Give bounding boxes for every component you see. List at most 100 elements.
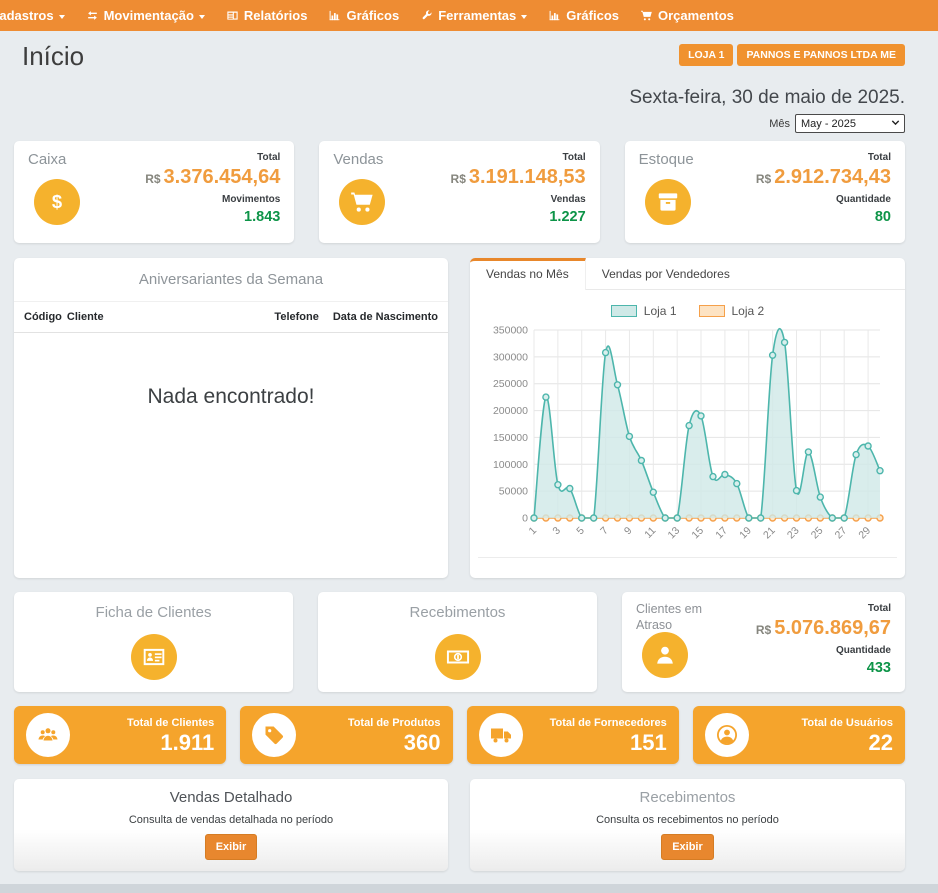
count-label: Quantidade: [756, 192, 891, 207]
legend-label: Loja 1: [644, 304, 677, 318]
summary-row: Caixa $ Total R$3.376.454,64 Movimentos …: [14, 141, 905, 243]
stat-label: Total de Fornecedores: [550, 716, 667, 731]
total-label: Total: [451, 150, 586, 165]
amount: 5.076.869,67: [774, 617, 891, 639]
nav-item-graficos-2[interactable]: Gráficos: [548, 8, 619, 23]
report-description: Consulta de vendas detalhada no período: [24, 814, 438, 826]
svg-text:13: 13: [665, 525, 682, 542]
nav-item-label: Movimentação: [104, 8, 194, 23]
amount: 3.376.454,64: [164, 166, 281, 188]
count-label: Movimentos: [145, 192, 280, 207]
truck-icon: [479, 713, 523, 757]
count-value: 433: [756, 658, 891, 679]
svg-text:100000: 100000: [492, 459, 527, 471]
nav-item-graficos-1[interactable]: Gráficos: [328, 8, 399, 23]
currency-symbol: R$: [451, 172, 466, 186]
tab-vendas-por-vendedores[interactable]: Vendas por Vendedores: [586, 258, 746, 289]
store-button[interactable]: LOJA 1: [679, 44, 733, 66]
stat-value: 151: [550, 731, 667, 755]
count-label: Vendas: [451, 192, 586, 207]
month-filter: Mês May - 2025: [22, 114, 905, 133]
total-produtos-card: Total de Produtos 360: [240, 706, 452, 764]
bar-chart-icon: [328, 9, 341, 22]
company-button[interactable]: PANNOS E PANNOS LTDA ME: [737, 44, 905, 66]
nav-item-ferramentas[interactable]: Ferramentas: [420, 8, 527, 23]
svg-text:0: 0: [522, 513, 528, 525]
nav-item-movimentacao[interactable]: Movimentação: [86, 8, 205, 23]
users-icon: [26, 713, 70, 757]
nav-item-cadastros[interactable]: Cadastros: [0, 8, 65, 23]
column-data-nascimento: Data de Nascimento: [333, 311, 438, 323]
recebimentos-card[interactable]: Recebimentos: [318, 592, 597, 692]
exibir-vendas-button[interactable]: Exibir: [205, 834, 258, 860]
amount: 2.912.734,43: [774, 166, 891, 188]
stat-label: Total de Clientes: [127, 716, 214, 731]
svg-text:5: 5: [574, 525, 587, 538]
stat-label: Total de Usuários: [802, 716, 893, 731]
vendas-card: Vendas Total R$3.191.148,53 Vendas 1.227: [319, 141, 599, 243]
exibir-recebimentos-button[interactable]: Exibir: [661, 834, 714, 860]
stats-row: Total de Clientes 1.911 Total de Produto…: [14, 706, 905, 764]
current-date: Sexta-feira, 30 de maio de 2025.: [22, 87, 905, 109]
ficha-de-clientes-card[interactable]: Ficha de Clientes: [14, 592, 293, 692]
svg-text:50000: 50000: [498, 486, 527, 498]
total-label: Total: [756, 150, 891, 165]
nav-item-label: Gráficos: [566, 8, 619, 23]
birthdays-panel: Aniversariantes da Semana Código Cliente…: [14, 258, 448, 578]
count-value: 1.843: [145, 207, 280, 228]
svg-text:3: 3: [550, 525, 563, 538]
chart-legend: Loja 1 Loja 2: [478, 304, 897, 318]
clientes-em-atraso-card: Clientes em Atraso Total R$5.076.869,67 …: [622, 592, 905, 692]
chart-area: Loja 1Loja 2 050000100000150000200000250…: [470, 290, 905, 575]
estoque-card: Estoque Total R$2.912.734,43 Quantidade …: [625, 141, 905, 243]
svg-text:7: 7: [598, 525, 611, 538]
nav-item-label: Ferramentas: [438, 8, 516, 23]
svg-text:17: 17: [713, 525, 730, 542]
dashboard-page: Cadastros Movimentação Relatórios Gráfic…: [0, 0, 938, 893]
svg-text:15: 15: [689, 525, 706, 542]
svg-text:19: 19: [737, 525, 754, 542]
panel-footer-divider: [478, 557, 897, 575]
stat-value: 22: [802, 731, 893, 755]
nav-item-orcamentos[interactable]: Orçamentos: [640, 8, 734, 23]
nav-item-relatorios[interactable]: Relatórios: [226, 8, 308, 23]
stat-label: Total de Produtos: [348, 716, 441, 731]
legend-item: Loja 2: [699, 304, 765, 318]
card-title: Recebimentos: [330, 604, 585, 621]
legend-swatch: [699, 305, 725, 317]
table-header-row: Código Cliente Telefone Data de Nascimen…: [14, 302, 448, 333]
svg-text:250000: 250000: [492, 378, 527, 390]
exchange-icon: [86, 9, 99, 22]
count-label: Quantidade: [756, 643, 891, 658]
month-select[interactable]: May - 2025: [795, 114, 905, 133]
tab-vendas-no-mes[interactable]: Vendas no Mês: [470, 258, 586, 290]
legend-label: Loja 2: [732, 304, 765, 318]
card-title: Clientes em Atraso: [636, 601, 736, 634]
chart-tabs: Vendas no Mês Vendas por Vendedores: [470, 258, 905, 290]
month-select-wrap: May - 2025: [795, 114, 905, 134]
svg-text:21: 21: [760, 525, 777, 542]
card-values: Total R$2.912.734,43 Quantidade 80: [756, 150, 891, 228]
svg-text:29: 29: [856, 525, 873, 542]
svg-text:200000: 200000: [492, 405, 527, 417]
user-circle-icon: [705, 713, 749, 757]
report-title: Recebimentos: [480, 789, 895, 806]
wrench-icon: [420, 9, 433, 22]
recebimentos-report-card: Recebimentos Consulta os recebimentos no…: [470, 779, 905, 871]
caret-down-icon: [199, 15, 205, 19]
currency-symbol: R$: [756, 172, 771, 186]
svg-text:9: 9: [621, 525, 634, 538]
report-title: Vendas Detalhado: [24, 789, 438, 806]
person-icon: [642, 632, 688, 678]
amount: 3.191.148,53: [469, 166, 586, 188]
total-value: R$3.376.454,64: [145, 165, 280, 192]
nav-item-label: Orçamentos: [658, 8, 734, 23]
column-codigo: Código: [24, 311, 62, 323]
total-label: Total: [145, 150, 280, 165]
bar-chart-icon: [548, 9, 561, 22]
page-header: Início LOJA 1 PANNOS E PANNOS LTDA ME Se…: [0, 31, 938, 133]
month-label: Mês: [769, 118, 790, 130]
stat-value: 1.911: [127, 731, 214, 755]
card-values: Total R$3.191.148,53 Vendas 1.227: [451, 150, 586, 228]
svg-text:1: 1: [526, 525, 539, 538]
